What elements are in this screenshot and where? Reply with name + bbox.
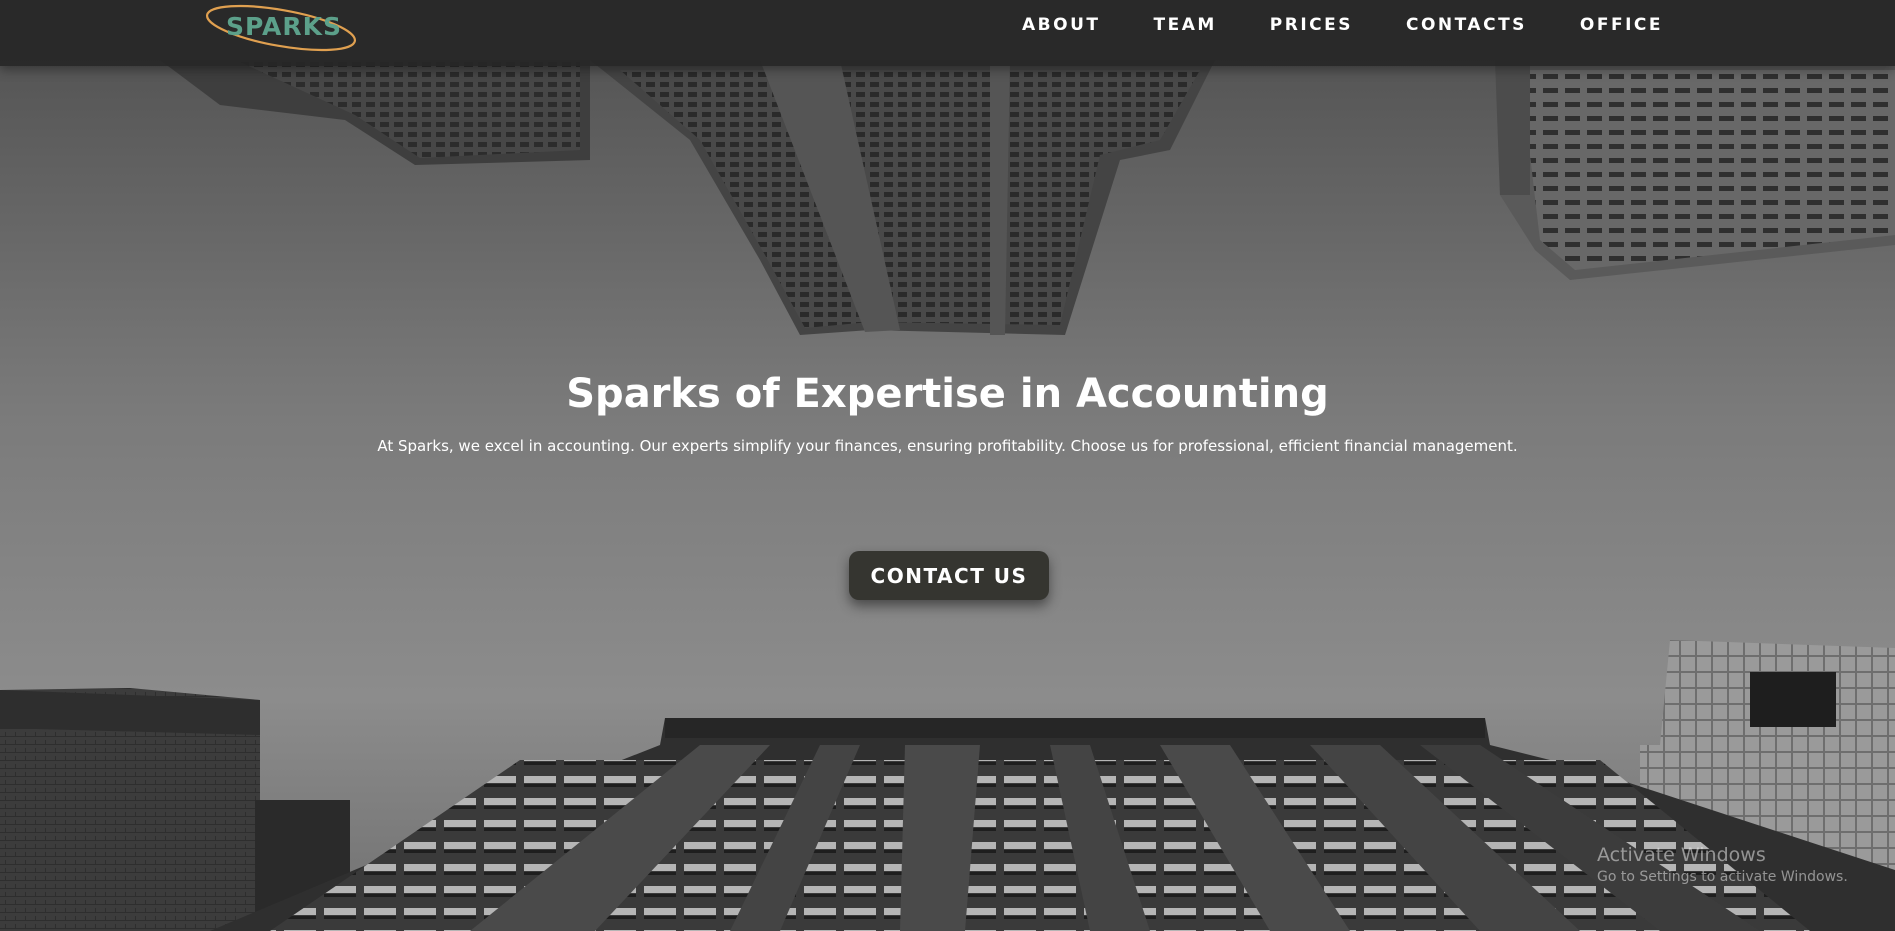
main-navigation: ABOUT TEAM PRICES CONTACTS OFFICE	[1022, 15, 1663, 35]
nav-link-about[interactable]: ABOUT	[1022, 15, 1100, 35]
nav-link-office[interactable]: OFFICE	[1580, 15, 1663, 35]
watermark-subtitle: Go to Settings to activate Windows.	[1597, 869, 1848, 885]
nav-link-team[interactable]: TEAM	[1153, 15, 1216, 35]
contact-us-button[interactable]: CONTACT US	[849, 551, 1049, 600]
logo-text: SPARKS	[226, 12, 343, 41]
sparks-logo[interactable]: SPARKS	[205, 4, 361, 54]
hero-subtitle: At Sparks, we excel in accounting. Our e…	[377, 437, 1518, 455]
nav-link-prices[interactable]: PRICES	[1270, 15, 1353, 35]
top-navbar: SPARKS ABOUT TEAM PRICES CONTACTS OFFICE	[0, 0, 1895, 66]
activate-windows-watermark: Activate Windows Go to Settings to activ…	[1597, 843, 1848, 887]
watermark-title: Activate Windows	[1597, 844, 1766, 866]
nav-link-contacts[interactable]: CONTACTS	[1406, 15, 1527, 35]
page: SPARKS ABOUT TEAM PRICES CONTACTS OFFICE…	[0, 0, 1895, 931]
hero-title: Sparks of Expertise in Accounting	[566, 371, 1329, 417]
hero-background-image	[0, 0, 1895, 931]
